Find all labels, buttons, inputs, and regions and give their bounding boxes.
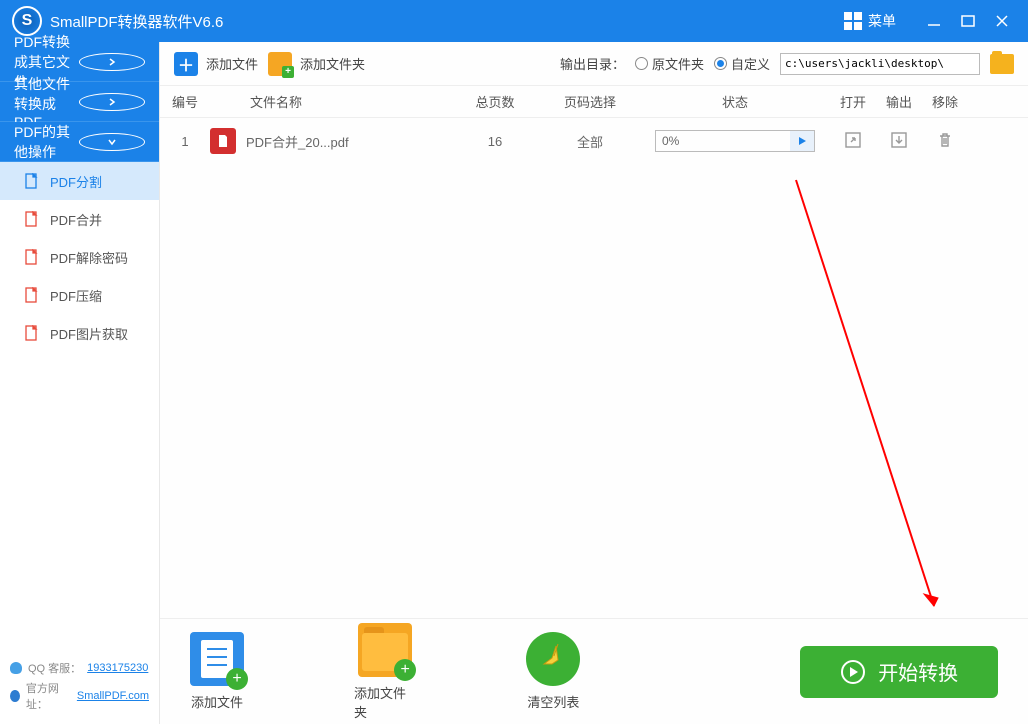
site-prefix: 官方网址： [26,680,71,712]
minimize-button[interactable] [920,7,948,35]
sidebar-section-other-to-pdf[interactable]: 其他文件转换成PDF [0,82,159,122]
output-label: 输出目录： [560,54,625,73]
sidebar-item-pdf-merge[interactable]: PDF合并 [0,200,159,238]
menu-label: 菜单 [868,11,896,31]
output-button[interactable] [890,131,908,149]
cell-idx: 1 [160,134,210,149]
radio-source-folder[interactable]: 原文件夹 [635,54,704,73]
menu-grid-icon [844,12,862,30]
bottom-add-folder[interactable]: + 添加文件夹 [354,623,416,721]
cell-filename: PDF合并_20...pdf [246,132,349,151]
toolbar-add-folder-label: 添加文件夹 [300,54,365,73]
bottom-clear-list[interactable]: 清空列表 [526,632,580,711]
site-link[interactable]: SmallPDF.com [77,690,149,702]
menu-button[interactable]: 菜单 [844,11,896,31]
sidebar: PDF转换成其它文件 其他文件转换成PDF PDF的其他操作 PDF分割 PDF… [0,42,160,724]
start-convert-button[interactable]: 开始转换 [800,646,998,698]
bottom-add-folder-label: 添加文件夹 [354,683,416,721]
cell-pages: 16 [450,134,540,149]
cell-page-select[interactable]: 全部 [540,132,640,151]
radio-icon [635,57,648,70]
table-header: 编号 文件名称 总页数 页码选择 状态 打开 输出 移除 [160,86,1028,118]
add-file-icon: ＋ [174,52,198,76]
header-pages: 总页数 [450,92,540,111]
header-sel: 页码选择 [540,92,640,111]
add-folder-icon: + [268,52,292,76]
header-del: 移除 [922,92,968,111]
header-out: 输出 [876,92,922,111]
broom-icon [526,632,580,686]
sidebar-item-label: PDF分割 [50,172,102,191]
sidebar-section-pdf-other-ops[interactable]: PDF的其他操作 [0,122,159,162]
titlebar: S SmallPDF转换器软件V6.6 菜单 [0,0,1028,42]
radio-source-label: 原文件夹 [652,54,704,73]
radio-custom-folder[interactable]: 自定义 [714,54,770,73]
toolbar: ＋ 添加文件 + 添加文件夹 输出目录： 原文件夹 自定义 [160,42,1028,86]
chevron-right-icon [79,93,146,111]
maximize-button[interactable] [954,7,982,35]
browse-folder-button[interactable] [990,54,1014,74]
bottom-add-file[interactable]: + 添加文件 [190,632,244,711]
bottom-bar: + 添加文件 + 添加文件夹 清空列表 开始转换 [160,618,1028,724]
browser-icon [10,690,20,702]
qq-link[interactable]: 1933175230 [87,662,148,674]
sidebar-item-label: PDF解除密码 [50,248,128,267]
sidebar-section-label: PDF的其他操作 [14,122,79,162]
file-table: 编号 文件名称 总页数 页码选择 状态 打开 输出 移除 1 PDF合并_20.… [160,86,1028,618]
sidebar-item-pdf-unlock[interactable]: PDF解除密码 [0,238,159,276]
open-button[interactable] [844,131,862,149]
chevron-down-icon [79,133,146,151]
header-open: 打开 [830,92,876,111]
header-status: 状态 [640,92,830,111]
qq-icon [10,662,22,674]
progress-bar[interactable]: 0% [655,130,815,152]
start-convert-label: 开始转换 [878,657,958,686]
output-path-input[interactable] [780,53,980,75]
annotation-arrow [786,170,966,618]
sidebar-item-pdf-images[interactable]: PDF图片获取 [0,314,159,352]
bottom-clear-label: 清空列表 [527,692,579,711]
header-idx: 编号 [160,92,210,111]
sidebar-item-label: PDF合并 [50,210,102,229]
qq-prefix: QQ 客服： [28,660,81,676]
bottom-add-file-label: 添加文件 [191,692,243,711]
sidebar-item-pdf-split[interactable]: PDF分割 [0,162,159,200]
delete-button[interactable] [936,131,954,149]
toolbar-add-file-label: 添加文件 [206,54,258,73]
sidebar-footer: QQ 客服： 1933175230 官方网址： SmallPDF.com [0,652,159,724]
sidebar-item-label: PDF压缩 [50,286,102,305]
progress-text: 0% [656,134,790,148]
app-title: SmallPDF转换器软件V6.6 [50,11,844,32]
table-row[interactable]: 1 PDF合并_20...pdf 16 全部 0% [160,118,1028,164]
toolbar-add-folder[interactable]: + 添加文件夹 [268,52,365,76]
radio-selected-icon [714,57,727,70]
add-file-big-icon: + [190,632,244,686]
pdf-file-icon [210,128,236,154]
main-panel: ＋ 添加文件 + 添加文件夹 输出目录： 原文件夹 自定义 编号 [160,42,1028,724]
play-icon [790,131,814,151]
add-folder-big-icon: + [358,623,412,677]
toolbar-add-file[interactable]: ＋ 添加文件 [174,52,258,76]
close-button[interactable] [988,7,1016,35]
sidebar-item-label: PDF图片获取 [50,324,128,343]
radio-custom-label: 自定义 [731,54,770,73]
chevron-right-icon [79,53,146,71]
header-name: 文件名称 [210,92,450,111]
sidebar-item-pdf-compress[interactable]: PDF压缩 [0,276,159,314]
